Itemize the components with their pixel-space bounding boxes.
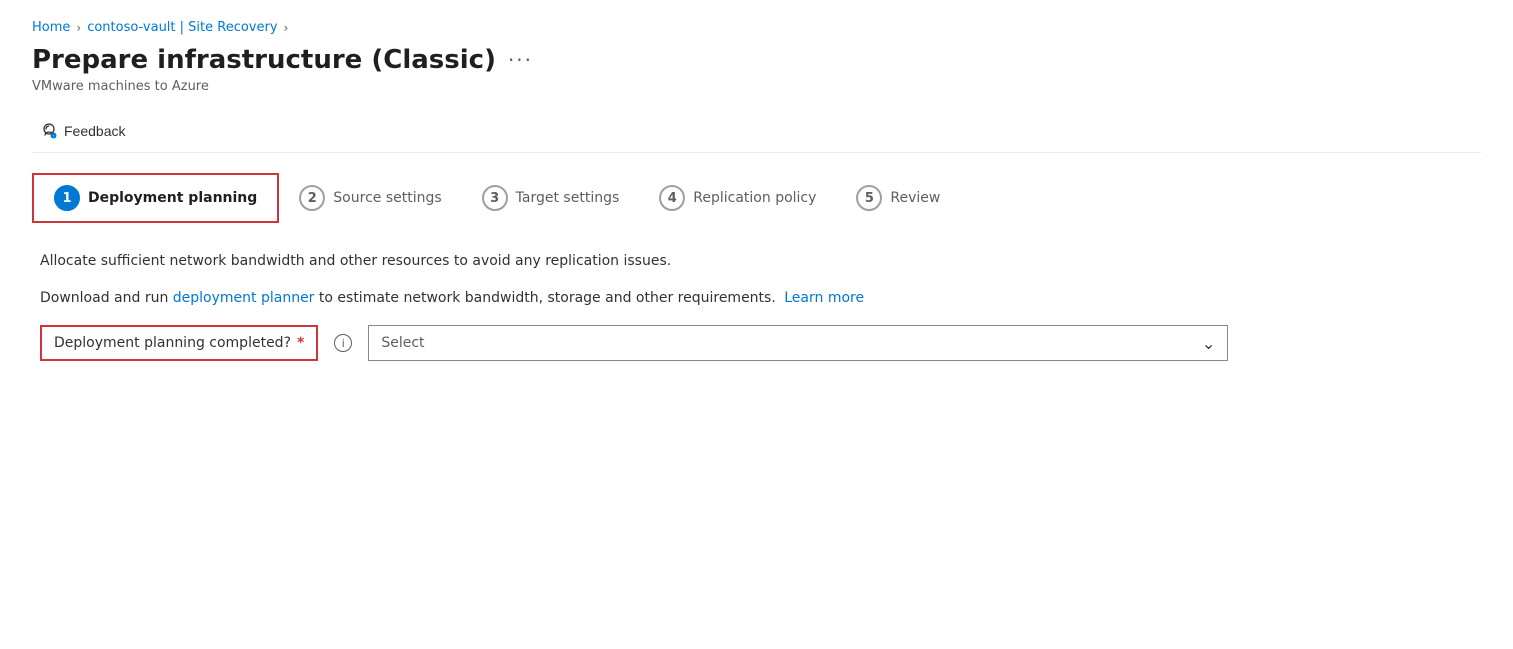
step-circle-3: 3 (482, 185, 508, 211)
content-area: Allocate sufficient network bandwidth an… (32, 251, 1481, 361)
description-2-prefix: Download and run (40, 290, 173, 306)
breadcrumb-sep-1: › (76, 21, 81, 35)
toolbar: ↑ Feedback (32, 110, 1481, 153)
form-label-container: Deployment planning completed? * (40, 325, 318, 361)
form-label: Deployment planning completed? (54, 335, 291, 351)
step-circle-5: 5 (856, 185, 882, 211)
description-2-suffix: to estimate network bandwidth, storage a… (314, 290, 775, 306)
breadcrumb-home[interactable]: Home (32, 20, 70, 35)
tab-review[interactable]: 5 Review (836, 175, 960, 221)
deployment-planning-select[interactable]: Select ⌄ (368, 325, 1228, 361)
breadcrumb-sep-2: › (284, 21, 289, 35)
tab-replication-policy[interactable]: 4 Replication policy (639, 175, 836, 221)
step-circle-4: 4 (659, 185, 685, 211)
svg-text:↑: ↑ (52, 134, 54, 139)
tab-label-5: Review (890, 190, 940, 206)
description-1: Allocate sufficient network bandwidth an… (40, 251, 1473, 272)
learn-more-link[interactable]: Learn more (784, 290, 864, 306)
page-container: Home › contoso-vault | Site Recovery › P… (0, 0, 1513, 393)
tab-label-3: Target settings (516, 190, 620, 206)
breadcrumb: Home › contoso-vault | Site Recovery › (32, 20, 1481, 35)
step-circle-1: 1 (54, 185, 80, 211)
tab-label-4: Replication policy (693, 190, 816, 206)
more-options-icon[interactable]: ··· (508, 48, 533, 72)
tab-deployment-planning[interactable]: 1 Deployment planning (32, 173, 279, 223)
tab-label-2: Source settings (333, 190, 441, 206)
feedback-button[interactable]: ↑ Feedback (32, 118, 133, 144)
required-indicator: * (297, 335, 304, 351)
page-header: Prepare infrastructure (Classic) ··· (32, 45, 1481, 75)
description-2: Download and run deployment planner to e… (40, 288, 1473, 309)
info-icon[interactable]: i (334, 334, 352, 352)
tab-label-1: Deployment planning (88, 190, 257, 206)
tab-target-settings[interactable]: 3 Target settings (462, 175, 640, 221)
step-circle-2: 2 (299, 185, 325, 211)
select-placeholder: Select (381, 335, 424, 351)
deployment-planner-link[interactable]: deployment planner (173, 290, 315, 306)
breadcrumb-vault[interactable]: contoso-vault | Site Recovery (87, 20, 277, 35)
form-row: Deployment planning completed? * i Selec… (40, 325, 1473, 361)
page-subtitle: VMware machines to Azure (32, 79, 1481, 94)
feedback-label: Feedback (64, 123, 125, 139)
page-title: Prepare infrastructure (Classic) (32, 45, 496, 75)
tab-source-settings[interactable]: 2 Source settings (279, 175, 461, 221)
wizard-tabs: 1 Deployment planning 2 Source settings … (32, 173, 1481, 223)
feedback-icon: ↑ (40, 122, 58, 140)
chevron-down-icon: ⌄ (1202, 334, 1215, 353)
